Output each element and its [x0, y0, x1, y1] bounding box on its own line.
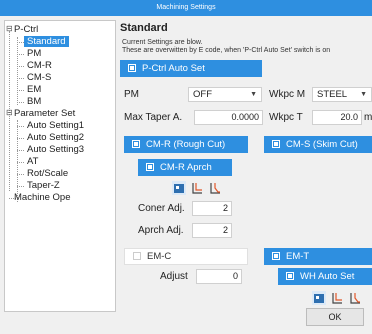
- description-line-1: Current Settings are blow.: [122, 39, 203, 46]
- tree-item-machine-ope[interactable]: Machine Ope: [14, 192, 71, 203]
- checkbox-icon: [272, 140, 280, 148]
- corner-round-icon[interactable]: [190, 181, 204, 195]
- chevron-down-icon: ▼: [250, 91, 257, 98]
- cm-s-label: CM-S (Skim Cut): [286, 139, 358, 150]
- wkpc-m-select-value: STEEL: [317, 89, 348, 100]
- tree-item-auto-setting2[interactable]: Auto Setting2: [27, 132, 84, 143]
- aprch-adj-field[interactable]: 2: [192, 223, 232, 238]
- em-t-toggle[interactable]: EM-T: [264, 248, 372, 265]
- wh-auto-set-toggle[interactable]: WH Auto Set: [278, 268, 372, 285]
- adjust-label: Adjust: [160, 271, 188, 282]
- wkpc-m-select[interactable]: STEEL ▼: [312, 87, 372, 102]
- checkbox-icon: [146, 163, 154, 171]
- em-t-label: EM-T: [286, 251, 310, 262]
- ok-button[interactable]: OK: [306, 308, 364, 326]
- window-title: Machining Settings: [156, 4, 216, 11]
- tree-item-pm[interactable]: PM: [27, 48, 41, 59]
- wkpc-m-label: Wkpc M: [269, 89, 306, 100]
- page-title: Standard: [120, 22, 168, 34]
- tree-item-cm-s[interactable]: CM-S: [27, 72, 51, 83]
- max-taper-label: Max Taper A.: [124, 112, 183, 123]
- tree-item-bm[interactable]: BM: [27, 96, 41, 107]
- pm-select-value: OFF: [193, 89, 212, 100]
- checkbox-icon: [286, 272, 294, 280]
- corner-square-icon[interactable]: [172, 181, 186, 195]
- p-ctrl-auto-set-label: P-Ctrl Auto Set: [142, 63, 205, 74]
- checkbox-icon: [272, 252, 280, 260]
- pm-label: PM: [124, 89, 139, 100]
- max-taper-field[interactable]: 0.0000: [194, 110, 263, 125]
- corner-round-icon[interactable]: [330, 291, 344, 305]
- cm-r-aprch-toggle[interactable]: CM-R Aprch: [138, 159, 232, 176]
- settings-window: ⊟ P-Ctrl Standard PM CM-R CM-S EM BM ⊟ P…: [0, 16, 372, 334]
- settings-main-panel: Standard Current Settings are blow. Thes…: [120, 20, 372, 320]
- coner-adj-label: Coner Adj.: [138, 203, 185, 214]
- aprch-adj-label: Aprch Adj.: [138, 225, 184, 236]
- corner-chamfer-icon[interactable]: [208, 181, 222, 195]
- description-line-2: These are overwitten by E code, when 'P-…: [122, 47, 331, 54]
- tree-item-parameter-set[interactable]: Parameter Set: [14, 108, 75, 119]
- em-c-label: EM-C: [147, 251, 172, 262]
- tree-item-em[interactable]: EM: [27, 84, 41, 95]
- tree-item-p-ctrl[interactable]: P-Ctrl: [14, 24, 38, 35]
- tree-item-taper-z[interactable]: Taper-Z: [27, 180, 60, 191]
- tree-item-cm-r[interactable]: CM-R: [27, 60, 52, 71]
- checkbox-icon: [128, 64, 136, 72]
- wkpc-t-label: Wkpc T: [269, 112, 303, 123]
- collapse-parameter-set-icon[interactable]: ⊟: [6, 108, 13, 118]
- em-c-toggle[interactable]: EM-C: [124, 248, 248, 265]
- wkpc-t-field[interactable]: 20.0: [312, 110, 362, 125]
- tree-item-auto-setting3[interactable]: Auto Setting3: [27, 144, 84, 155]
- collapse-p-ctrl-icon[interactable]: ⊟: [6, 24, 13, 34]
- checkbox-icon: [133, 252, 141, 260]
- settings-tree[interactable]: ⊟ P-Ctrl Standard PM CM-R CM-S EM BM ⊟ P…: [4, 20, 116, 312]
- pm-select[interactable]: OFF ▼: [188, 87, 262, 102]
- tree-item-auto-setting1[interactable]: Auto Setting1: [27, 120, 84, 131]
- corner-square-icon[interactable]: [312, 291, 326, 305]
- cm-r-label: CM-R (Rough Cut): [146, 139, 226, 150]
- tree-item-standard[interactable]: Standard: [24, 36, 69, 47]
- checkbox-icon: [132, 140, 140, 148]
- coner-adj-field[interactable]: 2: [192, 201, 232, 216]
- tree-item-at[interactable]: AT: [27, 156, 38, 167]
- chevron-down-icon: ▼: [360, 91, 367, 98]
- cm-s-skim-cut-toggle[interactable]: CM-S (Skim Cut): [264, 136, 372, 153]
- wh-auto-set-label: WH Auto Set: [300, 271, 355, 282]
- tree-item-rot-scale[interactable]: Rot/Scale: [27, 168, 68, 179]
- corner-chamfer-icon[interactable]: [348, 291, 362, 305]
- window-title-bar: Machining Settings: [0, 0, 372, 16]
- adjust-field[interactable]: 0: [196, 269, 242, 284]
- cm-r-rough-cut-toggle[interactable]: CM-R (Rough Cut): [124, 136, 248, 153]
- wkpc-t-unit: m: [364, 112, 372, 123]
- cm-r-aprch-label: CM-R Aprch: [160, 162, 212, 173]
- p-ctrl-auto-set-toggle[interactable]: P-Ctrl Auto Set: [120, 60, 262, 77]
